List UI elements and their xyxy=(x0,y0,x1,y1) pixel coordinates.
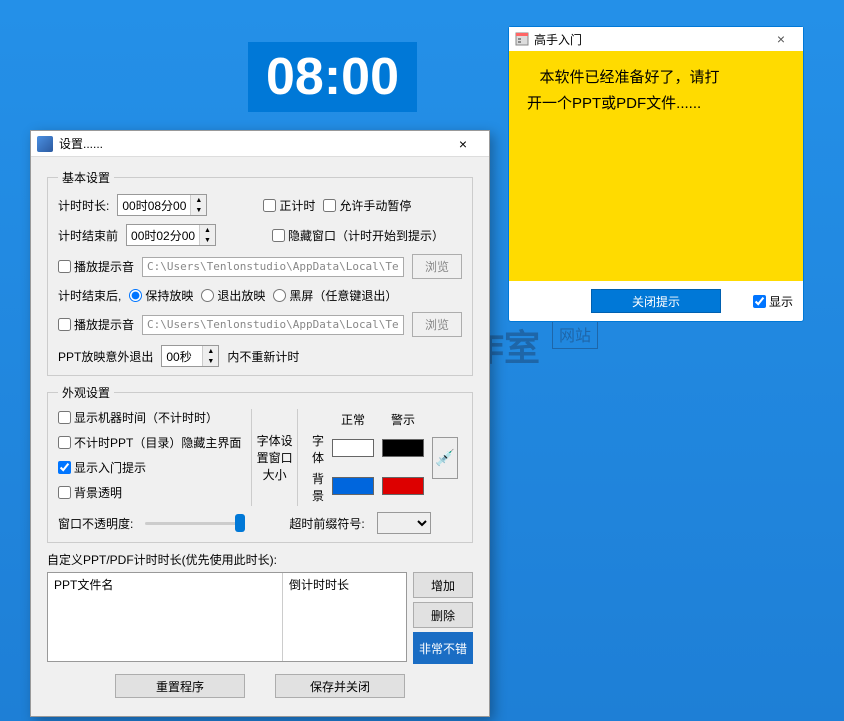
basic-legend: 基本设置 xyxy=(58,169,114,186)
normal-header: 正常 xyxy=(328,409,378,430)
ppt-exit-spinner[interactable]: ▲ ▼ xyxy=(161,345,219,367)
font-row-label: 字体 xyxy=(308,430,328,468)
keep-playing-radio[interactable]: 保持放映 xyxy=(129,287,193,304)
watermark-site: 网站 xyxy=(552,319,598,349)
app-icon xyxy=(37,136,53,152)
duration-label: 计时时长: xyxy=(58,197,109,214)
settings-titlebar[interactable]: 设置...... × xyxy=(31,131,489,157)
settings-title: 设置...... xyxy=(59,135,443,152)
tips-window: 高手入门 × 本软件已经准备好了，请打 开一个PPT或PDF文件...... 关… xyxy=(508,26,804,322)
spin-down-icon[interactable]: ▼ xyxy=(200,235,215,245)
warning-header: 警示 xyxy=(378,409,428,430)
black-screen-radio[interactable]: 黑屏（任意键退出） xyxy=(273,287,397,304)
prefix-select[interactable] xyxy=(377,512,431,534)
spin-up-icon[interactable]: ▲ xyxy=(191,195,206,205)
color-table: 正常 警示 💉 字体 背景 xyxy=(308,409,462,506)
spin-up-icon[interactable]: ▲ xyxy=(200,225,215,235)
reset-button[interactable]: 重置程序 xyxy=(115,674,245,698)
bg-warning-swatch[interactable] xyxy=(382,477,424,495)
play-sound2-checkbox[interactable]: 播放提示音 xyxy=(58,316,134,333)
appearance-group: 外观设置 显示机器时间（不计时时） 不计时PPT（目录）隐藏主界面 显示入门提示… xyxy=(47,384,473,543)
font-window-button[interactable]: 字体设置窗口大小 xyxy=(251,409,298,506)
hide-main-checkbox[interactable]: 不计时PPT（目录）隐藏主界面 xyxy=(58,434,241,451)
nice-button[interactable]: 非常不错 xyxy=(413,632,473,664)
font-normal-swatch[interactable] xyxy=(332,439,374,457)
clock-display: 08:00 xyxy=(248,42,417,112)
col-filename: PPT文件名 xyxy=(48,573,283,661)
tips-titlebar[interactable]: 高手入门 × xyxy=(509,27,803,51)
custom-label: 自定义PPT/PDF计时时长(优先使用此时长): xyxy=(47,551,473,568)
bg-transparent-checkbox[interactable]: 背景透明 xyxy=(58,484,122,501)
exit-play-radio[interactable]: 退出放映 xyxy=(201,287,265,304)
ppt-exit-label: PPT放映意外退出 xyxy=(58,348,153,365)
form-icon xyxy=(515,32,529,46)
browse1-button[interactable]: 浏览 xyxy=(412,254,462,279)
show-intro-checkbox[interactable]: 显示入门提示 xyxy=(58,459,146,476)
tips-title: 高手入门 xyxy=(534,31,765,48)
close-icon[interactable]: × xyxy=(443,132,483,156)
add-button[interactable]: 增加 xyxy=(413,572,473,598)
hide-window-checkbox[interactable]: 隐藏窗口（计时开始到提示） xyxy=(272,227,444,244)
duration-spinner[interactable]: ▲ ▼ xyxy=(117,194,207,216)
sound1-path-input[interactable] xyxy=(142,257,404,277)
delete-button[interactable]: 删除 xyxy=(413,602,473,628)
show-machine-time-checkbox[interactable]: 显示机器时间（不计时时） xyxy=(58,409,218,426)
tips-body: 本软件已经准备好了，请打 开一个PPT或PDF文件...... xyxy=(509,51,803,281)
spin-down-icon[interactable]: ▼ xyxy=(191,205,206,215)
no-retime-label: 内不重新计时 xyxy=(227,348,299,365)
sound2-path-input[interactable] xyxy=(142,315,404,335)
spin-up-icon[interactable]: ▲ xyxy=(203,346,218,356)
before-end-label: 计时结束前 xyxy=(58,227,118,244)
col-duration: 倒计时时长 xyxy=(283,573,406,661)
close-tips-button[interactable]: 关闭提示 xyxy=(591,289,721,313)
prefix-label: 超时前缀符号: xyxy=(289,515,364,532)
opacity-slider[interactable] xyxy=(145,522,245,525)
opacity-label: 窗口不透明度: xyxy=(58,515,133,532)
bg-normal-swatch[interactable] xyxy=(332,477,374,495)
duration-input[interactable] xyxy=(118,195,190,215)
allow-pause-checkbox[interactable]: 允许手动暂停 xyxy=(323,197,411,214)
countup-checkbox[interactable]: 正计时 xyxy=(263,197,315,214)
close-icon[interactable]: × xyxy=(765,31,797,47)
basic-settings-group: 基本设置 计时时长: ▲ ▼ 正计时 允许手动暂停 计时结束前 xyxy=(47,169,473,376)
spin-down-icon[interactable]: ▼ xyxy=(203,356,218,366)
browse2-button[interactable]: 浏览 xyxy=(412,312,462,337)
eyedropper-icon[interactable]: 💉 xyxy=(432,437,458,479)
ppt-exit-input[interactable] xyxy=(162,346,202,366)
save-close-button[interactable]: 保存并关闭 xyxy=(275,674,405,698)
custom-listbox[interactable]: PPT文件名 倒计时时长 xyxy=(47,572,407,662)
before-end-spinner[interactable]: ▲ ▼ xyxy=(126,224,216,246)
bg-row-label: 背景 xyxy=(308,468,328,506)
appearance-legend: 外观设置 xyxy=(58,384,114,401)
before-end-input[interactable] xyxy=(127,225,199,245)
settings-window: 设置...... × 基本设置 计时时长: ▲ ▼ 正计时 允许手动暂停 xyxy=(30,130,490,717)
play-sound1-checkbox[interactable]: 播放提示音 xyxy=(58,258,134,275)
show-tips-checkbox[interactable]: 显示 xyxy=(753,293,793,310)
font-warning-swatch[interactable] xyxy=(382,439,424,457)
after-end-label: 计时结束后, xyxy=(58,287,121,304)
